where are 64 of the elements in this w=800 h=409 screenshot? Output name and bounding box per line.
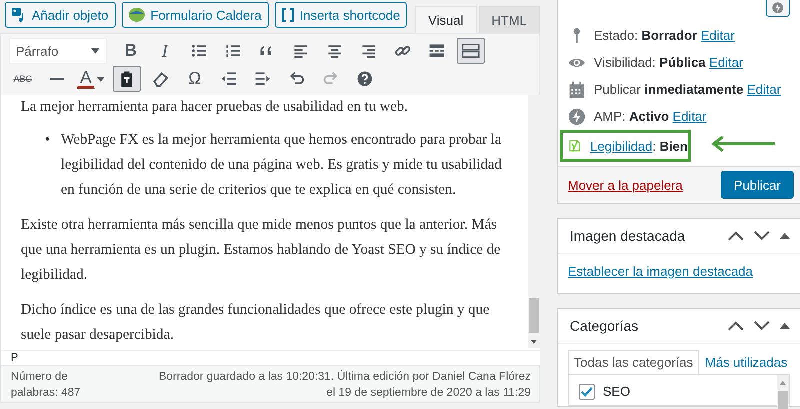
arrow-icon	[711, 135, 777, 153]
toolbar-toggle-icon	[462, 42, 480, 60]
text-color-button[interactable]: A	[77, 69, 95, 89]
panel-title: Categorías	[570, 318, 638, 334]
edit-link[interactable]: Editar	[700, 28, 735, 43]
move-up-icon[interactable]	[728, 231, 744, 241]
caret-icon	[97, 76, 105, 82]
edit-link[interactable]: Editar	[747, 82, 782, 97]
readability-link[interactable]: Legibilidad	[590, 138, 653, 154]
publish-button[interactable]: Publicar	[721, 171, 794, 199]
trash-link[interactable]: Mover a la papelera	[568, 178, 683, 192]
paragraph: Existe otra herramienta más sencilla que mide menos puntos que la anterior. Más que una herramienta es un plugin. Estamos hablando de Yoast SEO y su índice de legibilidad.	[21, 216, 502, 285]
save-info: Borrador guardado a las 10:20:31. Última edición por Daniel Cana Flórez el 19 de septiembre de 2020 a las 11:29	[158, 369, 531, 401]
move-up-icon[interactable]	[728, 321, 744, 331]
edit-link[interactable]: Editar	[672, 109, 707, 124]
word-count: Número de palabras: 487	[11, 370, 82, 401]
indent-icon	[254, 70, 272, 88]
horizontal-line-icon	[50, 78, 64, 80]
help-icon	[356, 70, 374, 88]
category-tab[interactable]: Más utilizadas	[699, 350, 794, 375]
status-text: AMP: Activo Editar	[594, 109, 707, 124]
eraser-icon	[152, 70, 170, 88]
editor-tab[interactable]: HTML	[478, 6, 540, 33]
more-tag-icon	[428, 42, 446, 60]
caret-icon	[91, 48, 100, 54]
category-label: SEO	[603, 384, 630, 399]
toolbar-button[interactable]	[457, 38, 485, 64]
bolt-icon	[568, 108, 586, 126]
calendar-icon	[568, 80, 586, 98]
status-text: Estado: Borrador Editar	[594, 28, 735, 43]
edit-link[interactable]: Editar	[709, 55, 744, 70]
set-image-link[interactable]: Establecer la imagen destacada	[568, 264, 754, 279]
status-text: Publicar inmediatamente Editar	[594, 82, 782, 97]
paragraph: Dicho índice es una de las grandes funcionalidades que ofrece este plugin y que suele pasar desapercibida.	[21, 301, 491, 345]
bullet-list-icon	[190, 42, 208, 60]
toolbar-button[interactable]	[113, 66, 141, 92]
media-button[interactable]: Inserta shortcode	[274, 2, 408, 28]
outdent-icon	[220, 70, 238, 88]
collapse-icon[interactable]	[780, 233, 790, 239]
toolbar-button[interactable]: Ω	[181, 66, 209, 92]
category-tab[interactable]: Todas las categorías	[568, 350, 700, 375]
collapse-icon[interactable]	[780, 323, 790, 329]
check-icon	[581, 386, 593, 396]
status-text: Visibilidad: Pública Editar	[594, 55, 744, 70]
brackets-icon	[280, 7, 295, 23]
move-down-icon[interactable]	[754, 321, 770, 331]
toolbar-button[interactable]: I	[151, 38, 179, 64]
checkbox[interactable]	[579, 384, 595, 400]
toolbar-button[interactable]: B	[117, 38, 145, 64]
panel-title: Imagen destacada	[570, 228, 686, 244]
media-button[interactable]: Formulario Caldera	[122, 2, 269, 28]
media-button[interactable]: Añadir objeto	[5, 2, 116, 28]
format-select[interactable]: Párrafo	[9, 38, 107, 64]
bullet-marker: •	[45, 131, 52, 150]
editor-tab[interactable]: Visual	[415, 6, 477, 33]
readability-text: Legibilidad: Bien	[590, 138, 688, 154]
preview-button[interactable]	[766, 0, 790, 17]
toolbar-button[interactable]: ABC	[9, 66, 37, 92]
paragraph: La mejor herramienta para hacer pruebas de usabilidad en tu web.	[21, 98, 410, 117]
element-path: P	[11, 352, 18, 364]
move-down-icon[interactable]	[754, 231, 770, 241]
bowl-icon	[128, 7, 146, 23]
bolt-icon	[772, 2, 784, 14]
list-item: WebPage FX es la mejor herramienta que hemos encontrado para probar la legibilidad del contenido de una página web. Es gratis y mide tu usabilidad en función de una serie de criterios que te explica en qué consisten.	[61, 131, 503, 200]
